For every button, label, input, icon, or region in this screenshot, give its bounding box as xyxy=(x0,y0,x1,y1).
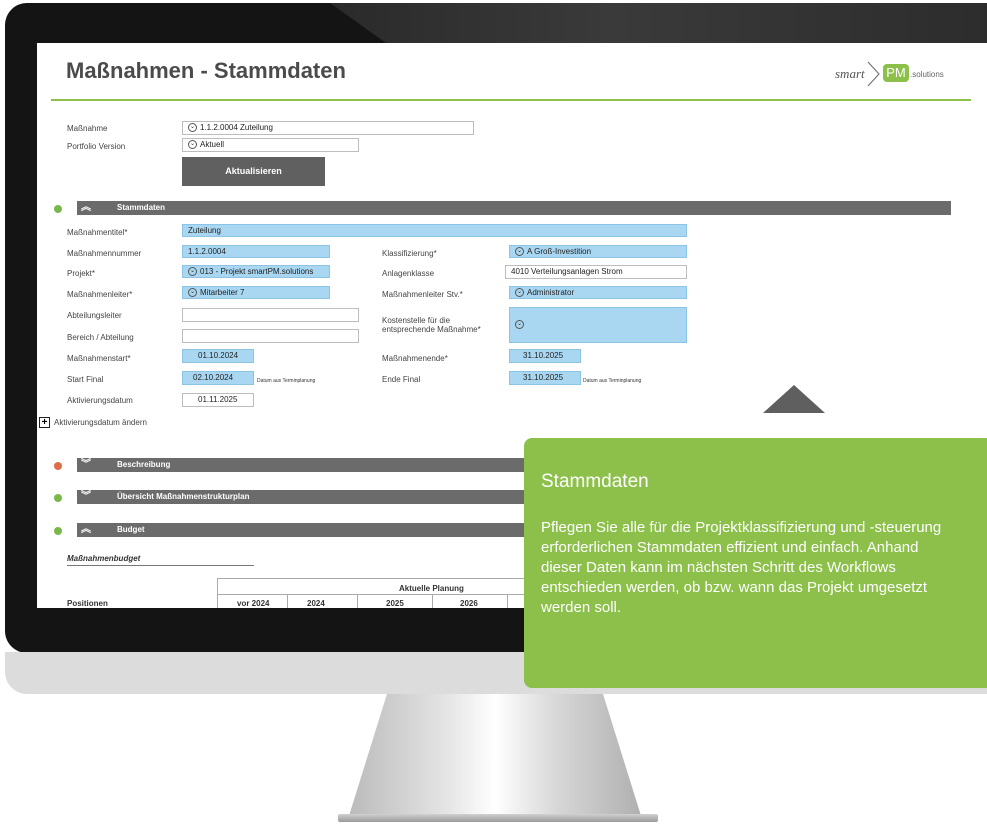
portfolio-label: Portfolio Version xyxy=(67,142,126,151)
titel-field[interactable]: Zuteilung xyxy=(182,224,687,237)
tooltip-body: Pflegen Sie alle für die Projektklassifi… xyxy=(541,518,941,618)
section-stammdaten[interactable]: ︽ Stammdaten xyxy=(67,201,951,215)
aktivierung-change-link[interactable]: Aktivierungsdatum ändern xyxy=(54,418,147,427)
monitor-reflection xyxy=(330,3,987,43)
logo-smart-text: smart xyxy=(835,66,865,81)
projekt-select[interactable]: ⌄ 013 - Projekt smartPM.solutions xyxy=(182,265,330,278)
tooltip-line: Pflegen Sie alle für die Projektklassifi… xyxy=(541,519,942,536)
massnahme-label: Maßnahme xyxy=(67,124,108,133)
smartpm-logo: smart PM .solutions xyxy=(835,61,985,89)
startfinal-hint: Datum aus Terminplanung xyxy=(257,378,316,384)
dropdown-circle-icon: ⌄ xyxy=(188,140,197,150)
aktualisieren-button[interactable]: Aktualisieren xyxy=(182,157,325,186)
anlagen-field[interactable]: 4010 Verteilungsanlagen Strom xyxy=(505,265,687,279)
abteilungsleiter-field[interactable] xyxy=(182,308,359,322)
aktivierung-label: Aktivierungsdatum xyxy=(67,396,133,405)
dropdown-circle-icon: ⌄ xyxy=(515,320,524,330)
leiter-select[interactable]: ⌄ Mitarbeiter 7 xyxy=(182,286,330,299)
stv-select[interactable]: ⌄ Administrator xyxy=(509,286,687,299)
dropdown-circle-icon: ⌄ xyxy=(515,247,524,257)
kosten-select[interactable]: ⌄ xyxy=(509,307,687,343)
dropdown-circle-icon: ⌄ xyxy=(188,267,197,277)
portfolio-select[interactable]: ⌄ Aktuell xyxy=(182,138,359,152)
status-dot-red xyxy=(54,462,62,470)
tooltip-title: Stammdaten xyxy=(541,471,649,492)
endefinal-label: Ende Final xyxy=(382,375,421,384)
aktivierung-date-field[interactable]: 01.11.2025 xyxy=(182,393,254,407)
logo-pm-text: PM xyxy=(883,64,909,82)
budget-group-header: Aktuelle Planung xyxy=(399,584,464,593)
endefinal-hint: Datum aus Terminplanung xyxy=(583,378,642,384)
endefinal-date-field[interactable]: 31.10.2025 xyxy=(509,371,581,385)
titel-label: Maßnahmentitel* xyxy=(67,228,128,237)
kosten-label-1: Kostenstelle für die xyxy=(382,316,451,325)
budget-col-2025: 2025 xyxy=(386,599,404,608)
leiter-label: Maßnahmenleiter* xyxy=(67,290,133,299)
budget-col-2026: 2026 xyxy=(460,599,478,608)
nummer-field[interactable]: 1.1.2.0004 xyxy=(182,245,330,258)
logo-solutions-text: .solutions xyxy=(910,70,944,79)
start-date-field[interactable]: 01.10.2024 xyxy=(182,349,254,363)
status-dot-green xyxy=(54,205,62,213)
logo-chevron-icon xyxy=(867,61,880,87)
projekt-label: Projekt* xyxy=(67,269,96,278)
startfinal-date-field[interactable]: 02.10.2024 xyxy=(182,371,254,385)
info-tooltip: Stammdaten Pflegen Sie alle für die Proj… xyxy=(524,438,987,688)
monitor-stand xyxy=(348,694,642,819)
tooltip-line: erforderlichen Stammdaten effizient und … xyxy=(541,539,919,556)
tooltip-line: dieser Daten kann im nächsten Schritt de… xyxy=(541,559,896,576)
bereich-field[interactable] xyxy=(182,329,359,343)
budget-subtitle: Maßnahmenbudget xyxy=(67,554,141,563)
monitor-base xyxy=(338,814,658,822)
chevron-up-icon: ︽ xyxy=(81,202,91,213)
massnahme-select[interactable]: ⌄ 1.1.2.0004 Zuteilung xyxy=(182,121,474,135)
startfinal-label: Start Final xyxy=(67,375,104,384)
dropdown-circle-icon: ⌄ xyxy=(188,123,197,133)
ende-date-field[interactable]: 31.10.2025 xyxy=(509,349,581,363)
klass-label: Klassifizierung* xyxy=(382,249,437,258)
budget-col-positionen: Positionen xyxy=(67,599,108,608)
budget-col-vor2024: vor 2024 xyxy=(237,599,270,608)
tooltip-line: werden soll. xyxy=(541,599,622,616)
bereich-label: Bereich / Abteilung xyxy=(67,333,134,342)
nummer-label: Maßnahmennummer xyxy=(67,249,142,258)
page-title: Maßnahmen - Stammdaten xyxy=(66,58,346,83)
status-dot-green xyxy=(54,494,62,502)
header-divider xyxy=(51,99,971,101)
kosten-label-2: entsprechende Maßnahme* xyxy=(382,325,481,334)
expand-plus-icon[interactable]: + xyxy=(39,417,50,428)
dropdown-circle-icon: ⌄ xyxy=(515,288,524,298)
status-dot-green xyxy=(54,527,62,535)
budget-col-2024: 2024 xyxy=(307,599,325,608)
chevron-down-icon: ︾ xyxy=(81,491,91,502)
chevron-down-icon: ︾ xyxy=(81,459,91,470)
anlagen-label: Anlagenklasse xyxy=(382,269,435,278)
klass-select[interactable]: ⌄ A Groß-Investition xyxy=(509,245,687,258)
tooltip-pointer-triangle xyxy=(763,385,825,413)
dropdown-circle-icon: ⌄ xyxy=(188,288,197,298)
start-label: Maßnahmenstart* xyxy=(67,354,131,363)
budget-subtitle-underline xyxy=(67,565,254,566)
abteilungsleiter-label: Abteilungsleiter xyxy=(67,311,122,320)
stv-label: Maßnahmenleiter Stv.* xyxy=(382,290,463,299)
ende-label: Maßnahmenende* xyxy=(382,354,448,363)
tooltip-line: entschieden werden, ob bzw. wann das Pro… xyxy=(541,579,928,596)
chevron-up-icon: ︽ xyxy=(81,524,91,535)
